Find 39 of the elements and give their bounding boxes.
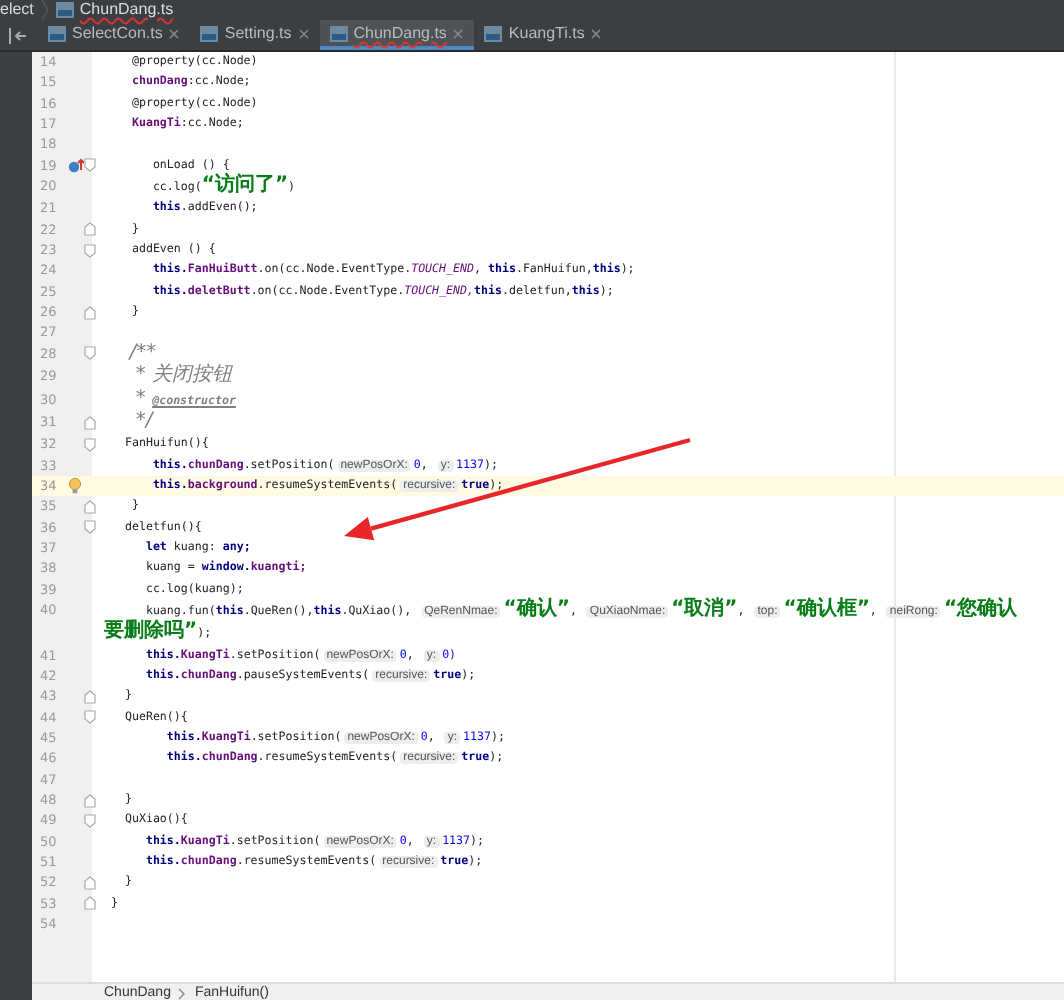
fold-marker[interactable] <box>84 222 96 237</box>
fold-marker[interactable] <box>84 499 96 514</box>
close-icon[interactable] <box>168 27 181 39</box>
code-line: */ <box>133 411 153 435</box>
pin-tabs-icon[interactable] <box>8 27 28 43</box>
fold-marker[interactable] <box>84 710 96 725</box>
file-tab[interactable]: SelectCon.ts <box>38 20 191 50</box>
breadcrumb-item[interactable]: elect <box>0 0 34 20</box>
fold-marker[interactable] <box>84 243 96 258</box>
fold-marker[interactable] <box>84 876 96 891</box>
code-line: /** <box>126 343 157 364</box>
breadcrumb-item[interactable]: ChunDang.ts <box>79 0 174 20</box>
fold-marker[interactable] <box>84 689 96 704</box>
override-icon[interactable] <box>68 157 84 174</box>
file-icon <box>329 25 348 41</box>
fold-marker[interactable] <box>84 437 96 452</box>
file-icon <box>55 2 74 18</box>
file-icon <box>200 25 219 41</box>
file-tab[interactable]: Setting.ts <box>190 20 320 50</box>
fold-marker[interactable] <box>84 305 96 320</box>
fold-marker[interactable] <box>84 520 96 535</box>
file-tab[interactable]: ChunDang.ts <box>319 20 475 50</box>
code-line: * 关闭按钮 <box>133 366 233 389</box>
code-editor[interactable] <box>32 52 1064 982</box>
file-icon <box>484 25 503 41</box>
chevron-icon <box>39 0 50 20</box>
close-icon[interactable] <box>590 27 603 39</box>
fold-marker[interactable] <box>84 415 96 430</box>
file-icon <box>48 25 66 41</box>
file-tab[interactable]: KuangTi.ts <box>474 20 613 50</box>
fold-marker[interactable] <box>84 158 96 173</box>
close-icon[interactable] <box>297 27 310 39</box>
lightbulb-icon[interactable] <box>68 478 82 495</box>
fold-marker[interactable] <box>84 346 96 361</box>
fold-marker[interactable] <box>84 814 96 829</box>
close-icon[interactable] <box>452 27 465 39</box>
fold-marker[interactable] <box>84 896 96 911</box>
chevron-icon <box>178 987 187 999</box>
fold-marker[interactable] <box>84 793 96 808</box>
